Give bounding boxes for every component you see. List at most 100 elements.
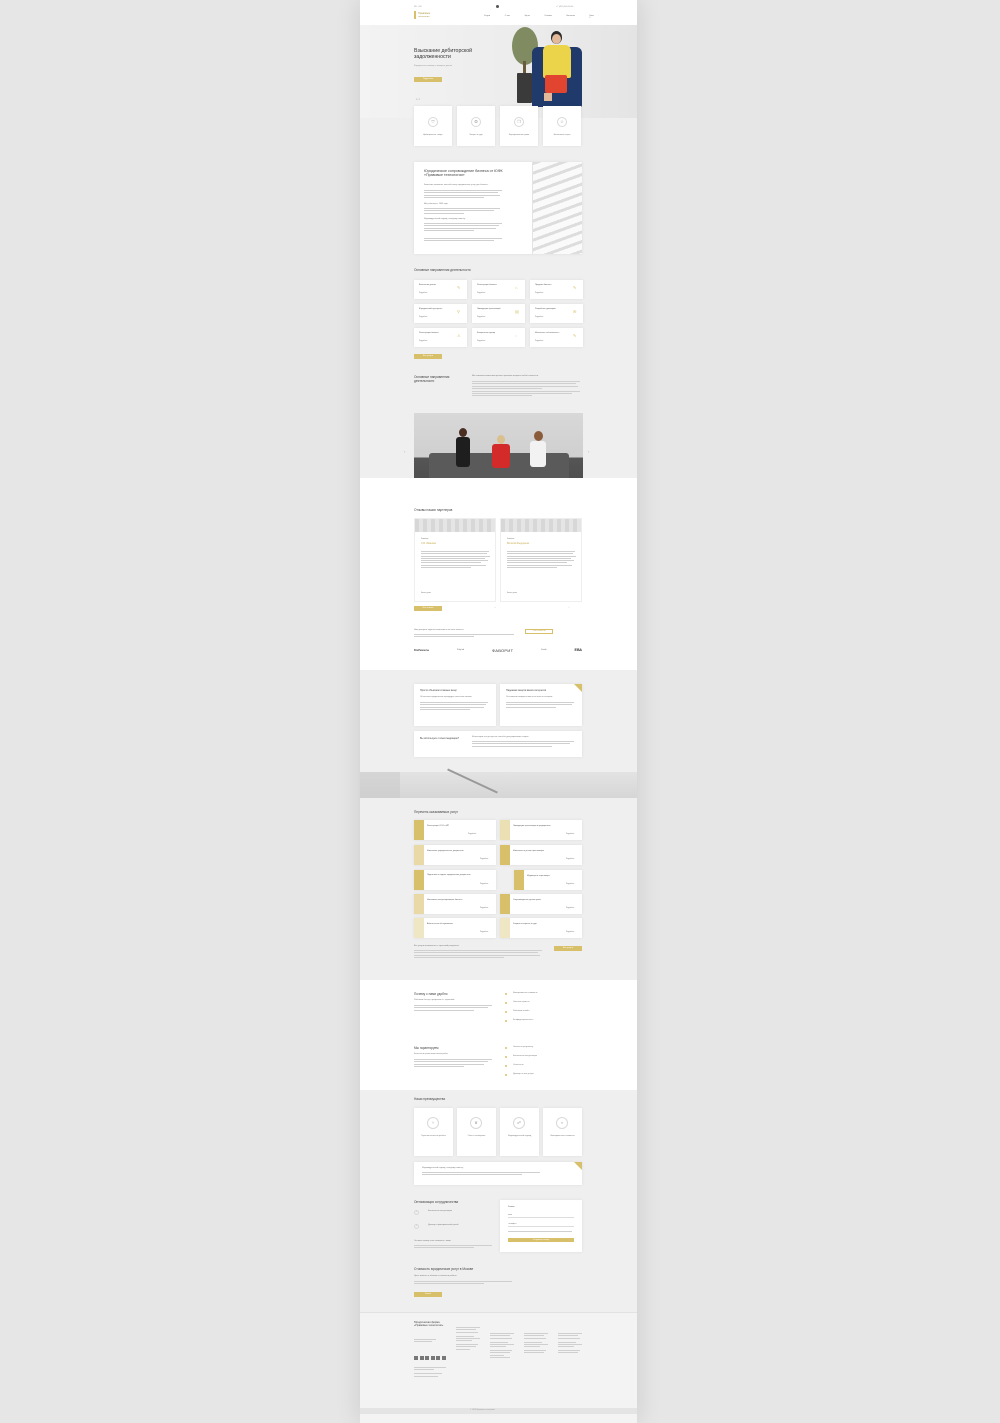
social-vk-icon[interactable] <box>414 1356 418 1360</box>
corner-accent <box>574 684 582 692</box>
reviews-section: Отзывы наших партнеров Компания С.В. Ива… <box>360 478 637 670</box>
lawyer-photo <box>540 31 574 103</box>
service-item[interactable]: Изменения в уставе организации Подробнее <box>500 845 582 865</box>
reviews-title: Отзывы наших партнеров <box>414 508 453 512</box>
social-tg-icon[interactable] <box>425 1356 429 1360</box>
why-list-2: Оплата по результату Бесплатная консульт… <box>505 1046 585 1082</box>
handshake-icon: ☍ <box>513 1117 525 1129</box>
pricing-text: Цены зависят от объема и сложности работ… <box>414 1275 458 1277</box>
check-icon: ✓ <box>414 1224 419 1229</box>
service-item[interactable]: Сопровождение сделок купли Подробнее <box>500 894 582 914</box>
review-more-link[interactable]: Читать далее <box>421 593 431 596</box>
slider-dots[interactable]: 1 / 2 <box>416 99 420 101</box>
services-note: Все услуги оказываются с гарантией резул… <box>414 945 460 947</box>
intro-title: Юридическое сопровождение бизнеса от ЮФК… <box>424 169 503 178</box>
social-yt-icon[interactable] <box>436 1356 440 1360</box>
review-name: Виталий Федоренко <box>507 542 530 545</box>
nav-item[interactable]: Цены <box>525 15 530 19</box>
footer-bottom-bar: © 2024 Правовые технологии <box>360 1408 637 1414</box>
header-phone[interactable]: +7 (495) 000-00-00 <box>556 6 573 8</box>
submit-button[interactable]: Отправить заявку <box>508 1238 574 1242</box>
feature-card[interactable]: ☺ Налоговые споры <box>543 106 581 146</box>
advantage-card: ☍ Индивидуальный подход <box>500 1108 539 1156</box>
shield-icon: ⛉ <box>428 117 438 127</box>
qa-answer: Используем все доступные способы урегули… <box>472 736 529 738</box>
feature-card[interactable]: ✪ Защита в суде <box>457 106 495 146</box>
review-more-link[interactable]: Читать далее <box>507 593 517 596</box>
service-item[interactable]: Изменение учредительных документов Подроб… <box>414 845 496 865</box>
intro-paragraph: Мы работаем с 2005 года. <box>424 203 449 205</box>
pricing-button[interactable]: Узнать <box>414 1292 442 1297</box>
direction-icon: ✎ <box>573 333 577 338</box>
social-ig-icon[interactable] <box>430 1356 435 1360</box>
advantage-card: ♛ Опыт и экспертиза <box>457 1108 496 1156</box>
stairs-image <box>532 162 582 254</box>
intro-text-lines <box>424 208 504 215</box>
all-reviews-button[interactable]: Все отзывы <box>414 606 442 611</box>
client-logo: ФАВОРИТ <box>491 647 514 653</box>
client-logo: PolyLab <box>456 649 465 651</box>
become-client-button[interactable]: Стать клиентом <box>525 629 553 634</box>
direction-card[interactable]: Продажа бизнеса Подробнее ✎ <box>530 280 583 299</box>
service-item[interactable]: Медиация и переговоры Подробнее <box>514 870 582 890</box>
social-fb-icon[interactable] <box>419 1356 424 1360</box>
nav-item[interactable]: О нас <box>505 15 510 19</box>
review-text-lines <box>507 551 577 569</box>
language-select[interactable]: RU · EN <box>414 6 421 8</box>
page: RU · EN Правовые технологии +7 (495) 000… <box>360 0 637 1423</box>
hero-button[interactable]: Подробнее <box>414 77 442 82</box>
why-section: Почему с нами удобно Работаем быстро, пр… <box>360 980 637 1090</box>
direction-card[interactable]: Интеллект. собственность Подробнее ✎ <box>530 328 583 347</box>
direction-icon: ◌ <box>515 333 518 338</box>
logo[interactable]: Правовые технологии <box>414 11 448 20</box>
review-image <box>415 519 495 532</box>
why-list: Фиксированная стоимость Опытные юристы Р… <box>505 992 585 1028</box>
service-item[interactable]: Подготовка и подача юридических документ… <box>414 870 496 890</box>
slider-next-icon[interactable]: › <box>588 449 589 454</box>
award-icon: ✪ <box>471 117 481 127</box>
form-title: Заявка <box>508 1206 515 1208</box>
qa-card: Надежная защита ваших интересов Отстаива… <box>500 684 582 726</box>
direction-card[interactable]: Банкротство юрлиц Подробнее ◌ <box>472 328 525 347</box>
reviews-pager-left[interactable]: • • <box>494 607 496 609</box>
nav-item[interactable]: Отзывы <box>544 15 551 19</box>
qa-question: Надежная защита ваших интересов <box>506 689 546 692</box>
client-logos: ВсеРемонты PolyLab ФАВОРИТ Zenith ЕВА <box>414 646 582 654</box>
service-item[interactable]: Абонентское обслуживание Подробнее <box>414 918 496 938</box>
feature-card[interactable]: ❐ Корпоративное право <box>500 106 538 146</box>
search-icon[interactable] <box>496 5 499 8</box>
service-item[interactable]: Регистрация ООО и ИП Подробнее <box>414 820 496 840</box>
review-name: С.В. Иванова <box>421 542 436 545</box>
nav-item[interactable]: Контакты <box>566 15 575 19</box>
header-search-icon[interactable]: ⌕ <box>589 15 591 19</box>
bullet-icon <box>505 1047 507 1049</box>
direction-card[interactable]: Юридический аутсорсинг Подробнее ⚲ <box>414 304 467 323</box>
bullet-icon <box>505 1065 507 1067</box>
service-item[interactable]: Защита интересов в суде Подробнее <box>500 918 582 938</box>
bullet-icon <box>505 1056 507 1058</box>
qa-answer: Отстаиваем позицию клиента во всех инста… <box>506 696 553 698</box>
direction-card[interactable]: Взыскание долгов Подробнее ✎ <box>414 280 467 299</box>
review-card: Компания Виталий Федоренко Читать далее <box>500 518 582 602</box>
logo-mark-icon <box>414 11 416 19</box>
clients-text: Нам доверяют крупные компании и частные … <box>414 629 465 631</box>
direction-card[interactable]: Регистрация бизнеса Подробнее ⌂ <box>472 280 525 299</box>
reviews-pager-right[interactable]: ‹ › <box>568 607 570 609</box>
feature-card[interactable]: ⛉ Арбитражные споры <box>414 106 452 146</box>
slider-prev-icon[interactable]: ‹ <box>404 449 405 454</box>
direction-card[interactable]: Ликвидация организаций Подробнее ▤ <box>472 304 525 323</box>
all-services-button[interactable]: Все услуги <box>554 946 582 951</box>
name-input[interactable] <box>508 1213 574 1218</box>
directions-more-button[interactable]: Все услуги <box>414 354 442 359</box>
nav-item[interactable]: Услуги <box>484 15 490 19</box>
review-image <box>501 519 581 532</box>
bullet-icon <box>505 993 507 995</box>
direction-icon: ⌂ <box>515 285 518 290</box>
social-wa-icon[interactable] <box>441 1356 446 1360</box>
service-item[interactable]: Ликвидация организации и предприятия Подр… <box>500 820 582 840</box>
phone-input[interactable] <box>508 1222 574 1227</box>
advantages-title: Наши преимущества <box>414 1097 446 1101</box>
service-item[interactable]: Налоговое консультирование бизнеса Подроб… <box>414 894 496 914</box>
direction-card[interactable]: Регистрация бизнеса Подробнее ⚠ <box>414 328 467 347</box>
direction-card[interactable]: Разработка договоров Подробнее ✉ <box>530 304 583 323</box>
